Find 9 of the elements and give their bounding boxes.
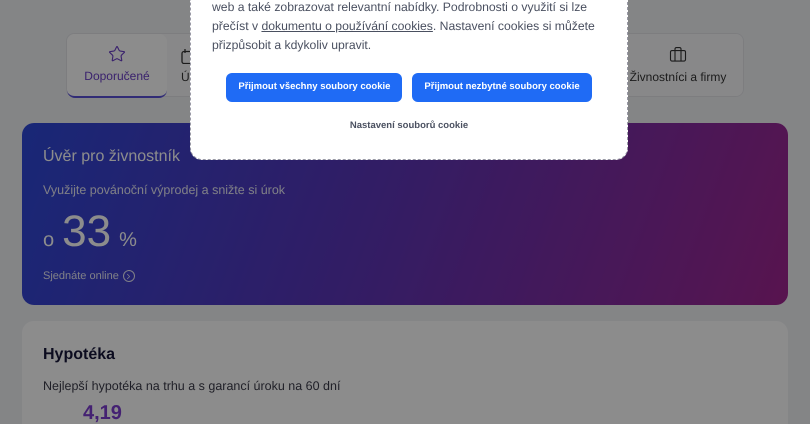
rate-value: 4,19	[83, 402, 123, 424]
rate-prefix: o	[43, 228, 54, 253]
card-title: Úvěr pro živnostník	[43, 146, 181, 167]
rate-unit: %	[119, 228, 137, 253]
cookie-text: web a také zobrazovat relevantní nabídky. Podrobnosti o využití si lze přečíst v dokumentu o používání cookies. Nastavení cookies si můžete přizpůsobit a kdykoliv upravit.	[211, 0, 596, 54]
card-title: Hypotéka	[43, 345, 116, 365]
card-subtitle: Nejlepší hypotéka na trhu a s garancí úroku na 60 dní	[43, 378, 342, 395]
rate-value: 33	[62, 206, 112, 258]
card-subtitle: Využijte povánoční výprodej a snižte si úrok	[43, 182, 286, 199]
